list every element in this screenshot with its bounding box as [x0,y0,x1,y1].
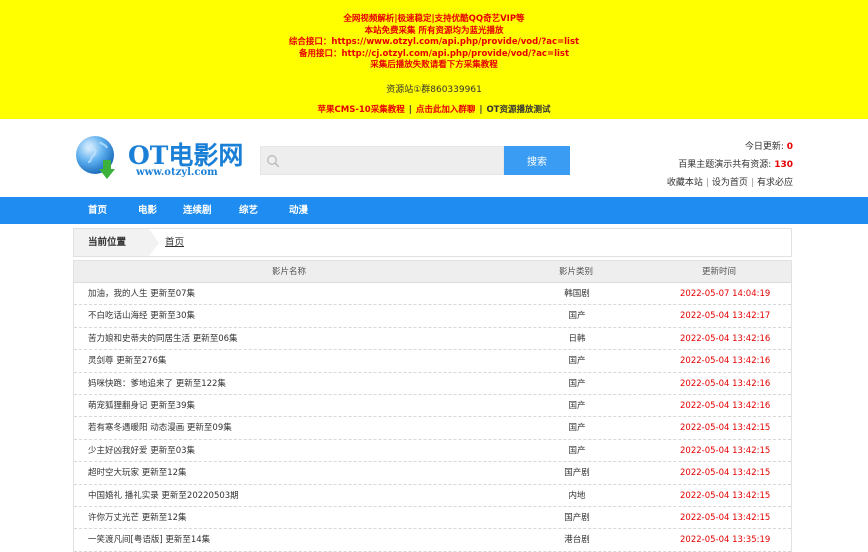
separator: | [750,178,754,188]
table-row: 萌宠狐狸翻身记 更新至39集 国产 2022-05-04 13:42:16 [74,395,791,418]
breadcrumb-home[interactable]: 首页 [165,229,184,256]
video-title-link[interactable]: 许你万丈光芒 更新至12集 [88,507,187,529]
video-update-time: 2022-05-04 13:42:16 [680,333,771,344]
video-update-time: 2022-05-04 13:42:17 [680,311,771,322]
table-row: 不白吃话山海经 更新至30集 国产 2022-05-04 13:42:17 [74,305,791,328]
video-category: 日韩 [568,333,586,344]
table-row: 中国婚礼 播礼实录 更新至20220503期 内地 2022-05-04 13:42… [74,485,791,507]
request-link[interactable]: 有求必应 [757,178,793,188]
banner-line-4: 备用接口：http://cj.otzyl.com/api.php/provide… [298,48,570,59]
join-group-link[interactable]: 点击此加入群聊 [416,105,476,115]
video-update-time: 2022-05-04 13:42:16 [680,400,771,411]
table-row: 少主好凶我好爱 更新至03集 国产 2022-05-04 13:42:15 [74,440,791,463]
table-row: 许你万丈光芒 更新至12集 国产剧 2022-05-04 13:42:15 [74,507,791,530]
main-nav: 首页 电影 连续剧 综艺 动漫 [0,197,868,224]
separator: | [408,104,412,115]
play-test-link[interactable]: OT资源播放测试 [486,105,550,115]
banner-line-3: 综合接口：https://www.otzyl.com/api.php/provi… [288,37,580,47]
column-header-type: 影片类别 [559,267,594,277]
video-title-link[interactable]: 若有寒冬遇暖阳 动态漫画 更新至09集 [88,417,232,439]
video-category: 国产 [568,356,586,367]
video-update-time: 2022-05-07 14:04:19 [680,289,771,299]
bookmark-link[interactable]: 收藏本站 [667,178,703,188]
logo-url: www.otzyl.com [136,167,218,178]
banner-line-5: 采集后播放失败请看下方采集教程 [370,60,498,70]
table-row: 超时空大玩家 更新至12集 国产剧 2022-05-04 13:42:15 [74,462,791,485]
banner-line-1: 全网视频解析|极速稳定|支持优酷QQ奇艺VIP等 [343,14,525,24]
video-category: 国产 [568,311,586,322]
breadcrumb-arrow [149,229,159,256]
search-bar: 搜索 [260,146,570,175]
site-header: OT电影网 www.otzyl.com 搜索 今日更新: 0 百果主题演示共有资… [0,119,868,197]
site-stats: 今日更新: 0 百果主题演示共有资源: 130 收藏本站 | 设为首页 | 有求必应 [667,138,793,192]
table-row: 加油，我的人生 更新至07集 韩国剧 2022-05-07 14:04:19 [74,283,791,306]
search-button[interactable]: 搜索 [504,146,570,175]
separator: | [479,104,483,115]
video-category: 国产 [568,423,586,434]
video-title-link[interactable]: 萌宠狐狸翻身记 更新至39集 [88,395,195,417]
globe-download-icon [76,136,115,179]
separator: | [705,178,709,188]
table-row: 苦力娘和史蒂夫的同居生活 更新至06集 日韩 2022-05-04 13:42:16 [74,328,791,351]
video-update-time: 2022-05-04 13:42:15 [680,468,771,479]
video-update-time: 2022-05-04 13:42:15 [680,490,771,501]
table-row: 若有寒冬遇暖阳 动态漫画 更新至09集 国产 2022-05-04 13:42:15 [74,417,791,440]
column-header-title: 影片名称 [272,267,307,277]
video-category: 韩国剧 [564,289,590,299]
video-category: 国产剧 [564,512,590,523]
video-category: 内地 [568,490,586,501]
banner-line-2: 本站免费采集 所有资源均为蓝光播放 [364,25,504,36]
table-row: 灵剑尊 更新至276集 国产 2022-05-04 13:42:16 [74,350,791,373]
video-title-link[interactable]: 妈咪快跑：爹地追来了 更新至122集 [88,373,226,395]
tutorial-link[interactable]: 苹果CMS-10采集教程 [318,105,405,115]
breadcrumb: 当前位置 首页 [73,228,792,257]
video-category: 国产 [568,445,586,456]
video-category: 国产 [568,400,586,411]
total-count: 130 [774,160,793,170]
video-title-link[interactable]: 苦力娘和史蒂夫的同居生活 更新至06集 [88,328,238,350]
today-label: 今日更新: [744,142,784,152]
nav-item-variety[interactable]: 综艺 [239,197,258,224]
column-header-time: 更新时间 [702,267,737,277]
nav-item-movies[interactable]: 电影 [138,197,157,224]
video-update-time: 2022-05-04 13:35:19 [680,535,771,546]
nav-item-home[interactable]: 首页 [88,197,107,224]
announcement-banner: 全网视频解析|极速稳定|支持优酷QQ奇艺VIP等 本站免费采集 所有资源均为蓝光… [0,0,868,119]
site-logo[interactable]: OT电影网 www.otzyl.com [74,134,274,186]
today-updates: 今日更新: 0 [667,138,793,156]
video-update-time: 2022-05-04 13:42:15 [680,445,771,456]
video-title-link[interactable]: 一笑渡凡间[粤语版] 更新至14集 [88,529,210,551]
search-icon [267,155,280,168]
breadcrumb-label: 当前位置 [74,229,149,256]
video-category: 国产剧 [564,468,590,479]
search-box [260,146,504,175]
video-table: 影片名称 影片类别 更新时间 加油，我的人生 更新至07集 韩国剧 2022-05-… [73,260,792,552]
set-homepage-link[interactable]: 设为首页 [712,178,748,188]
video-category: 港台剧 [564,535,590,546]
video-title-link[interactable]: 加油，我的人生 更新至07集 [88,283,195,305]
video-title-link[interactable]: 中国婚礼 播礼实录 更新至20220503期 [88,485,239,507]
video-title-link[interactable]: 不白吃话山海经 更新至30集 [88,305,195,327]
nav-item-anime[interactable]: 动漫 [289,197,308,224]
video-title-link[interactable]: 灵剑尊 更新至276集 [88,350,166,372]
table-row: 妈咪快跑：爹地追来了 更新至122集 国产 2022-05-04 13:42:16 [74,373,791,395]
video-category: 国产 [568,378,586,389]
video-update-time: 2022-05-04 13:42:16 [680,378,771,389]
qq-group-text: 资源站①群860339961 [386,84,482,95]
table-header: 影片名称 影片类别 更新时间 [74,261,791,283]
video-update-time: 2022-05-04 13:42:15 [680,423,771,434]
video-update-time: 2022-05-04 13:42:16 [680,356,771,367]
video-title-link[interactable]: 超时空大玩家 更新至12集 [88,462,187,484]
total-label: 百果主题演示共有资源: [678,160,772,170]
today-count: 0 [786,142,793,152]
video-title-link[interactable]: 少主好凶我好爱 更新至03集 [88,440,195,462]
search-input[interactable] [283,151,499,171]
header-links: 收藏本站 | 设为首页 | 有求必应 [667,174,793,192]
video-update-time: 2022-05-04 13:42:15 [680,512,771,523]
table-row: 一笑渡凡间[粤语版] 更新至14集 港台剧 2022-05-04 13:35:19 [74,529,791,552]
total-resources: 百果主题演示共有资源: 130 [667,156,793,174]
banner-links: 苹果CMS-10采集教程 | 点击此加入群聊 | OT资源播放测试 [0,103,868,115]
nav-item-series[interactable]: 连续剧 [183,197,212,224]
